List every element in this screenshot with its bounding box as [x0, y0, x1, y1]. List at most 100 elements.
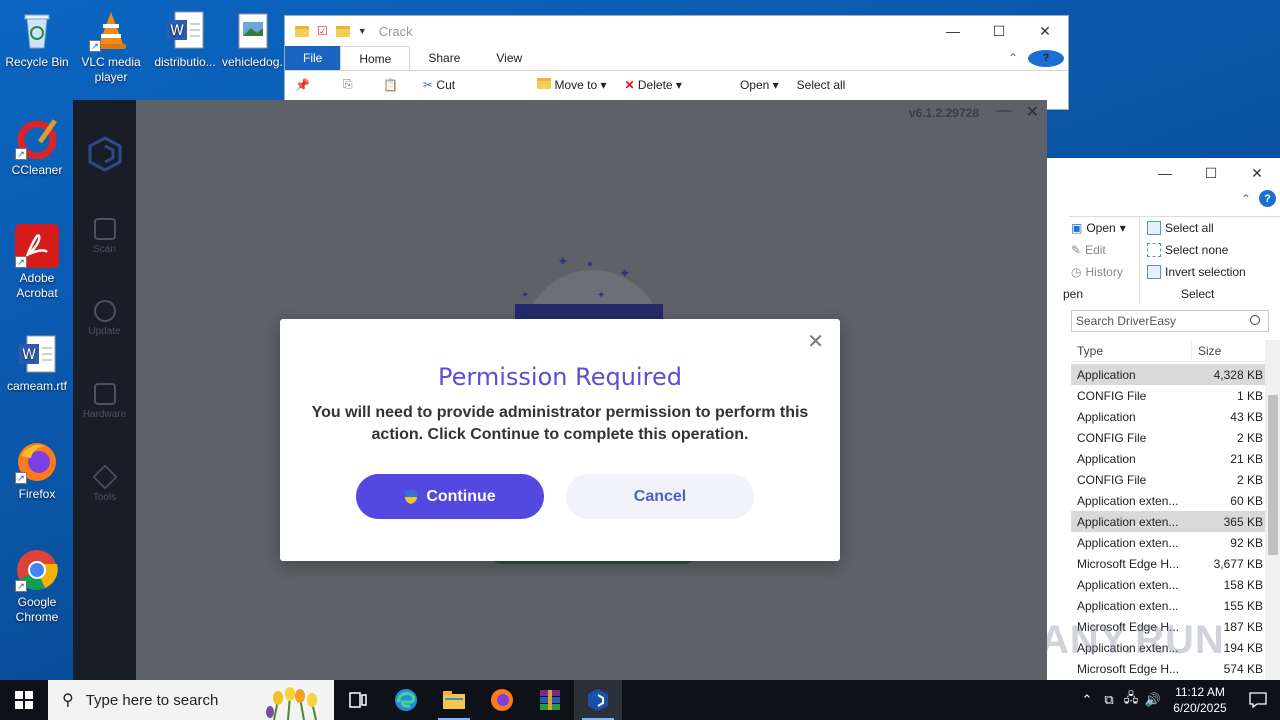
start-button[interactable] — [0, 680, 48, 720]
desktop-icon-label: Recycle Bin — [5, 55, 69, 69]
select-all-button[interactable]: Select all — [797, 78, 846, 92]
properties-icon[interactable]: ☑ — [317, 24, 328, 38]
taskbar-winrar[interactable] — [526, 680, 574, 720]
clock[interactable]: 11:12 AM 6/20/2025 — [1164, 684, 1236, 716]
invert-selection-icon — [1147, 265, 1161, 279]
update-icon — [93, 300, 116, 322]
file-row[interactable]: Application exten... 92 KB — [1071, 532, 1265, 553]
device-icon[interactable]: ⧉ — [1098, 692, 1120, 708]
maximize-button[interactable]: ☐ — [1188, 158, 1234, 188]
nav-update[interactable]: Update — [73, 300, 136, 337]
file-row[interactable]: Application 43 KB — [1071, 406, 1265, 427]
desktop-icon-distribution[interactable]: W distributio... — [148, 8, 222, 70]
windows-logo-icon — [15, 691, 33, 709]
select-none-label: Select none — [1165, 243, 1229, 257]
help-icon[interactable]: ? — [1028, 49, 1064, 67]
close-button[interactable]: ✕ — [1234, 158, 1280, 188]
volume-icon[interactable]: 🔊 — [1142, 692, 1164, 708]
select-all-button[interactable]: Select all — [1147, 221, 1214, 235]
nav-scan[interactable]: Scan — [73, 218, 136, 255]
file-row[interactable]: Application exten... 155 KB — [1071, 595, 1265, 616]
chevron-down-icon[interactable]: ▼ — [358, 26, 367, 36]
new-folder-icon[interactable] — [335, 25, 350, 37]
chrome-icon: ↗ — [15, 548, 59, 592]
search-input[interactable]: Search DriverEasy — [1071, 310, 1269, 332]
file-row[interactable]: Application 21 KB — [1071, 448, 1265, 469]
file-row[interactable]: CONFIG File 2 KB — [1071, 427, 1265, 448]
nav-hardware[interactable]: Hardware — [73, 383, 136, 420]
taskbar-search-input[interactable]: ⚲ Type here to search — [48, 680, 334, 720]
minimize-button[interactable]: — — [930, 16, 976, 46]
move-to-button[interactable]: Move to ▾ — [537, 77, 606, 92]
file-row[interactable]: CONFIG File 1 KB — [1071, 385, 1265, 406]
column-type[interactable]: Type — [1071, 340, 1191, 361]
column-size[interactable]: Size — [1191, 340, 1265, 361]
file-size: 2 KB — [1236, 430, 1263, 445]
tab-home[interactable]: Home — [340, 46, 411, 70]
file-row[interactable]: CONFIG File 2 KB — [1071, 469, 1265, 490]
open-group-label: pen — [1063, 287, 1083, 301]
drivereasy-sidebar: Scan Update Hardware Tools — [73, 100, 136, 680]
invert-selection-button[interactable]: Invert selection — [1147, 265, 1246, 279]
tab-view[interactable]: View — [478, 46, 540, 70]
explorer-title: Crack — [378, 23, 413, 39]
pin-icon[interactable]: 📌 — [295, 78, 325, 92]
tab-file[interactable]: File — [285, 46, 341, 70]
file-row[interactable]: Application 4,328 KB — [1071, 364, 1265, 385]
desktop-icon-vlc[interactable]: ↗ VLC media player — [74, 8, 148, 85]
close-icon[interactable]: ✕ — [807, 329, 824, 354]
close-button[interactable]: ✕ — [1026, 102, 1039, 122]
desktop-icon-label: Firefox — [18, 487, 56, 501]
collapse-ribbon-icon[interactable]: ⌃ — [1002, 46, 1024, 70]
vertical-scrollbar[interactable] — [1265, 340, 1280, 680]
network-icon[interactable]: 🖧 — [1120, 689, 1142, 711]
edit-button[interactable]: ✎ Edit — [1071, 243, 1106, 257]
history-button[interactable]: ◷ History — [1071, 265, 1123, 279]
file-explorer-icon — [443, 691, 465, 709]
file-type: CONFIG File — [1077, 430, 1147, 445]
cancel-button[interactable]: Cancel — [566, 474, 754, 519]
file-row[interactable]: Microsoft Edge H... 3,677 KB — [1071, 553, 1265, 574]
minimize-button[interactable]: — — [996, 102, 1012, 122]
minimize-button[interactable]: — — [1142, 158, 1188, 188]
desktop-icon-vehicledog[interactable]: vehicledog... — [222, 8, 284, 70]
paste-icon[interactable]: 📋 — [383, 78, 405, 92]
notification-button[interactable] — [1236, 692, 1280, 708]
desktop-icon-cameam[interactable]: W cameam.rtf — [0, 332, 74, 394]
desktop-icon-ccleaner[interactable]: ↗ CCleaner — [0, 116, 74, 178]
chevron-up-icon[interactable]: ⌃ — [1076, 692, 1098, 708]
tab-share[interactable]: Share — [410, 46, 478, 70]
collapse-ribbon-icon[interactable]: ⌃ — [1241, 192, 1251, 206]
open-button[interactable]: Open ▾ — [740, 78, 779, 92]
select-all-label: Select all — [796, 77, 846, 92]
file-row[interactable]: Application exten... 365 KB — [1071, 511, 1265, 532]
history-icon: ◷ — [1071, 265, 1082, 279]
word-doc-icon: W — [163, 8, 207, 52]
continue-button[interactable]: Continue — [356, 474, 544, 519]
file-row[interactable]: Application exten... 158 KB — [1071, 574, 1265, 595]
open-button[interactable]: ▣ Open ▾ — [1071, 221, 1126, 235]
desktop-icon-firefox[interactable]: ↗ Firefox — [0, 440, 74, 502]
open-group-text: pen — [1063, 287, 1084, 301]
taskbar-file-explorer[interactable] — [430, 680, 478, 720]
maximize-button[interactable]: ☐ — [976, 16, 1022, 46]
taskbar-drivereasy[interactable] — [574, 680, 622, 720]
desktop-icon-recycle-bin[interactable]: Recycle Bin — [0, 8, 74, 70]
desktop-icon-acrobat[interactable]: ↗ Adobe Acrobat — [0, 224, 74, 301]
ccleaner-icon: ↗ — [15, 116, 59, 160]
uac-shield-icon — [404, 489, 418, 504]
taskbar-firefox[interactable] — [478, 680, 526, 720]
select-none-button[interactable]: Select none — [1147, 243, 1228, 257]
close-button[interactable]: ✕ — [1022, 16, 1068, 46]
file-row[interactable]: Application exten... 60 KB — [1071, 490, 1265, 511]
task-view-button[interactable] — [334, 680, 382, 720]
taskbar-edge[interactable] — [382, 680, 430, 720]
cut-button[interactable]: ✂ Cut — [423, 78, 455, 92]
delete-button[interactable]: ✕ Delete ▾ — [624, 78, 681, 92]
desktop-icon-chrome[interactable]: ↗ Google Chrome — [0, 548, 74, 625]
nav-tools[interactable]: Tools — [73, 464, 136, 503]
scrollbar-thumb[interactable] — [1268, 395, 1278, 555]
history-label: History — [1085, 265, 1123, 279]
copy-icon[interactable]: ⎘ — [343, 77, 365, 92]
help-icon[interactable]: ? — [1259, 190, 1276, 207]
